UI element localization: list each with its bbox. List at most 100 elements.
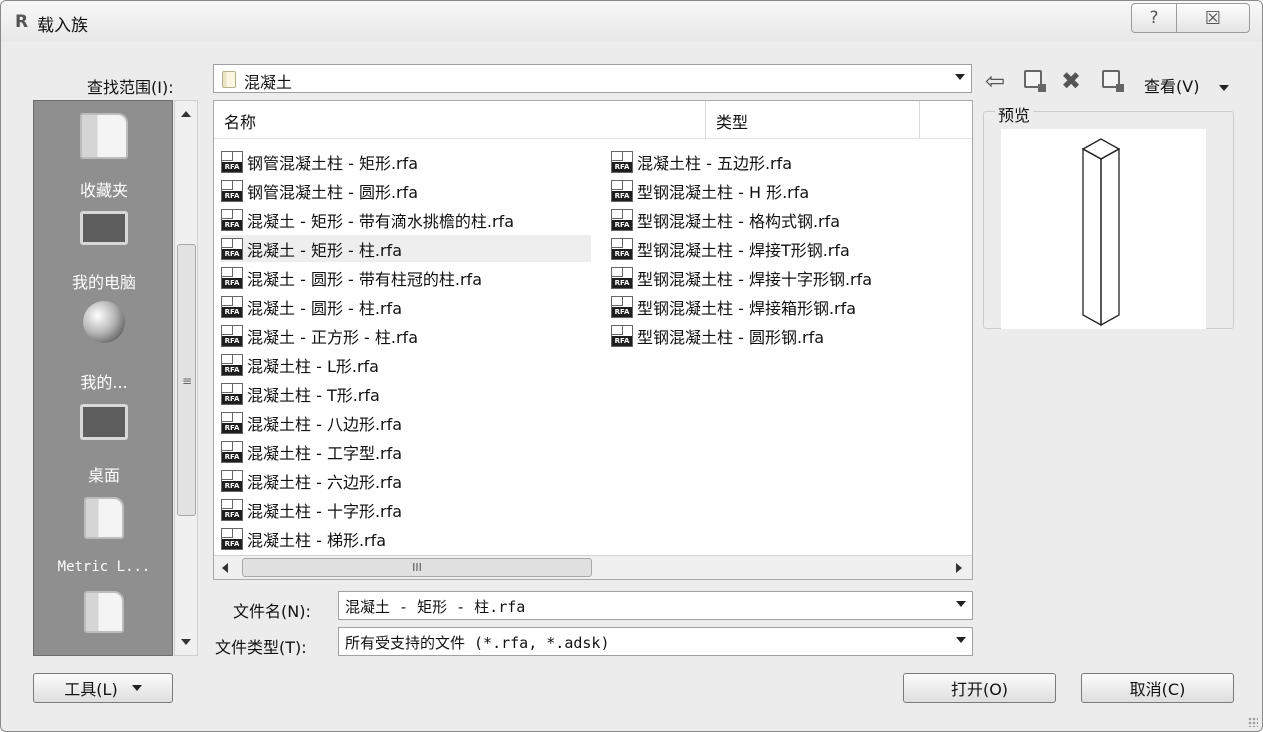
scroll-down-icon[interactable] xyxy=(181,639,191,645)
rfa-file-icon: RFA xyxy=(221,382,243,405)
chevron-down-icon xyxy=(956,637,966,643)
file-item[interactable]: RFA 钢管混凝土柱 - 圆形.rfa xyxy=(221,177,591,204)
rfa-file-icon-label: RFA xyxy=(222,364,242,375)
file-item[interactable]: RFA 型钢混凝土柱 - H 形.rfa xyxy=(611,177,936,204)
file-name: 混凝土 - 矩形 - 带有滴水挑檐的柱.rfa xyxy=(247,211,514,231)
place-network[interactable]: 我的... xyxy=(34,301,174,392)
file-item[interactable]: RFA 型钢混凝土柱 - 焊接十字形钢.rfa xyxy=(611,264,936,291)
place-desktop[interactable]: 桌面 xyxy=(34,404,174,488)
rfa-file-icon-label: RFA xyxy=(222,509,242,520)
filetype-dropdown[interactable]: 所有受支持的文件 (*.rfa, *.adsk) xyxy=(338,627,973,656)
rfa-file-icon-label: RFA xyxy=(612,277,632,288)
rfa-file-icon: RFA xyxy=(221,208,243,231)
file-list: 名称 类型 RFA 钢管混凝土柱 - 矩形.rfa RFA 钢管混凝土柱 - 圆形.r… xyxy=(213,100,973,580)
file-name: 混凝土 - 圆形 - 带有柱冠的柱.rfa xyxy=(247,269,482,289)
place-favorites[interactable]: 收藏夹 xyxy=(34,113,174,205)
rfa-file-icon-label: RFA xyxy=(222,538,242,549)
place-metric-library[interactable]: Metric L... xyxy=(34,497,174,581)
rfa-file-icon: RFA xyxy=(221,440,243,463)
rfa-file-icon-label: RFA xyxy=(612,219,632,230)
close-button[interactable]: ☒ xyxy=(1176,3,1250,33)
open-button[interactable]: 打开(O) xyxy=(903,673,1056,703)
rfa-file-icon: RFA xyxy=(221,237,243,260)
place-label: 我的... xyxy=(80,373,128,392)
column-header-label: 名称 xyxy=(224,113,257,132)
delete-icon[interactable]: ✖ xyxy=(1061,67,1081,95)
file-item[interactable]: RFA 混凝土 - 圆形 - 柱.rfa xyxy=(221,293,591,320)
file-name: 混凝土柱 - 八边形.rfa xyxy=(247,414,403,434)
up-folder-icon[interactable] xyxy=(1024,70,1046,92)
file-item[interactable]: RFA 混凝土 - 圆形 - 带有柱冠的柱.rfa xyxy=(221,264,591,291)
places-bar: 收藏夹 我的电脑 我的... 桌面 Metric L... xyxy=(33,100,173,656)
file-name: 混凝土 - 正方形 - 柱.rfa xyxy=(247,327,418,347)
file-item[interactable]: RFA 混凝土柱 - 八边形.rfa xyxy=(221,409,591,436)
file-name: 混凝土 - 圆形 - 柱.rfa xyxy=(247,298,402,318)
file-item[interactable]: RFA 混凝土柱 - 工字型.rfa xyxy=(221,438,591,465)
lookin-label: 查找范围(I): xyxy=(87,78,174,97)
column-header-name[interactable]: 名称 xyxy=(214,101,706,139)
place-folder[interactable] xyxy=(34,591,174,651)
rfa-file-icon-label: RFA xyxy=(612,335,632,346)
scroll-left-icon[interactable] xyxy=(222,563,228,573)
rfa-file-icon: RFA xyxy=(221,353,243,376)
horizontal-scrollbar[interactable]: III xyxy=(214,555,972,579)
back-arrow-icon[interactable]: ⇦ xyxy=(985,67,1005,95)
file-item[interactable]: RFA 混凝土柱 - 六边形.rfa xyxy=(221,467,591,494)
file-name: 型钢混凝土柱 - 焊接十字形钢.rfa xyxy=(637,269,873,289)
places-scrollbar[interactable]: ≡ xyxy=(174,100,198,656)
rfa-file-icon-label: RFA xyxy=(222,306,242,317)
scrollbar-thumb[interactable]: III xyxy=(242,558,592,577)
place-label: Metric L... xyxy=(57,559,151,575)
file-item[interactable]: RFA 型钢混凝土柱 - 焊接T形钢.rfa xyxy=(611,235,936,262)
lookin-dropdown[interactable]: 混凝土 xyxy=(213,64,972,93)
file-item[interactable]: RFA 钢管混凝土柱 - 矩形.rfa xyxy=(221,148,591,175)
file-item[interactable]: RFA 混凝土 - 正方形 - 柱.rfa xyxy=(221,322,591,349)
file-name: 混凝土柱 - L形.rfa xyxy=(247,356,379,376)
new-folder-icon[interactable] xyxy=(1102,70,1124,92)
rfa-file-icon-label: RFA xyxy=(612,248,632,259)
network-globe-icon xyxy=(83,301,125,343)
scroll-right-icon[interactable] xyxy=(956,563,962,573)
scrollbar-thumb[interactable]: ≡ xyxy=(177,244,196,516)
file-item[interactable]: RFA 混凝土柱 - L形.rfa xyxy=(221,351,591,378)
rfa-file-icon: RFA xyxy=(221,469,243,492)
column-header-type[interactable]: 类型 xyxy=(706,101,920,139)
tools-button[interactable]: 工具(L) xyxy=(33,673,173,703)
file-item[interactable]: RFA 混凝土柱 - T形.rfa xyxy=(221,380,591,407)
preview-label: 预览 xyxy=(995,102,1034,126)
rfa-file-icon-label: RFA xyxy=(612,161,632,172)
filename-input[interactable]: 混凝土 - 矩形 - 柱.rfa xyxy=(338,591,973,620)
desktop-icon xyxy=(80,404,128,440)
view-menu-button[interactable]: 查看(V) xyxy=(1144,73,1229,97)
file-item[interactable]: RFA 混凝土 - 矩形 - 带有滴水挑檐的柱.rfa xyxy=(221,206,591,233)
file-item[interactable]: RFA 型钢混凝土柱 - 格构式钢.rfa xyxy=(611,206,936,233)
file-name: 混凝土柱 - 六边形.rfa xyxy=(247,472,403,492)
file-name: 混凝土柱 - 五边形.rfa xyxy=(637,153,793,173)
scroll-up-icon[interactable] xyxy=(181,111,191,117)
rfa-file-icon-label: RFA xyxy=(222,190,242,201)
help-button[interactable]: ? xyxy=(1131,3,1177,33)
cancel-button[interactable]: 取消(C) xyxy=(1081,673,1234,703)
file-name: 型钢混凝土柱 - 格构式钢.rfa xyxy=(637,211,841,231)
file-item[interactable]: RFA 型钢混凝土柱 - 焊接箱形钢.rfa xyxy=(611,293,936,320)
file-item[interactable]: RFA 型钢混凝土柱 - 圆形钢.rfa xyxy=(611,322,936,349)
chevron-down-icon[interactable] xyxy=(956,601,966,607)
rfa-file-icon-label: RFA xyxy=(222,219,242,230)
load-family-dialog: R 载入族 ? ☒ 查找范围(I): 混凝土 ⇦ ✖ 查看(V) 收藏夹 我的电… xyxy=(0,0,1263,732)
column-header-label: 类型 xyxy=(716,113,749,132)
rfa-file-icon-label: RFA xyxy=(222,480,242,491)
place-label: 收藏夹 xyxy=(79,181,128,200)
file-item[interactable]: RFA 混凝土柱 - 五边形.rfa xyxy=(611,148,936,175)
place-my-computer[interactable]: 我的电脑 xyxy=(34,211,174,295)
rfa-file-icon: RFA xyxy=(611,208,633,231)
folder-icon xyxy=(84,591,124,633)
file-item[interactable]: RFA 混凝土柱 - 十字形.rfa xyxy=(221,496,591,523)
rfa-file-icon: RFA xyxy=(221,527,243,550)
resize-grip-icon[interactable] xyxy=(1248,717,1258,727)
grip-icon: III xyxy=(412,561,422,574)
file-item[interactable]: RFA 混凝土柱 - 梯形.rfa xyxy=(221,525,591,552)
revit-logo-icon: R xyxy=(15,12,29,32)
view-menu-label: 查看(V) xyxy=(1144,77,1200,96)
file-item[interactable]: RFA 混凝土 - 矩形 - 柱.rfa xyxy=(221,235,591,262)
rfa-file-icon-label: RFA xyxy=(222,335,242,346)
